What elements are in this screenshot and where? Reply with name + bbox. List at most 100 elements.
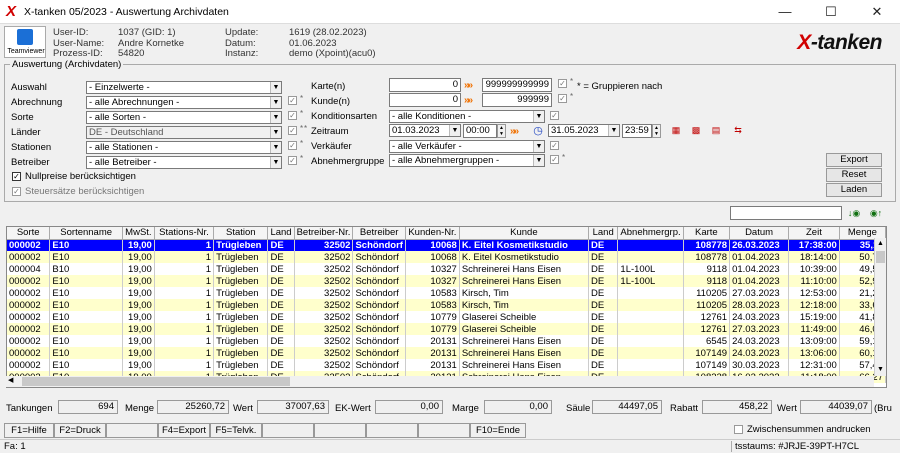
column-header[interactable]: Land <box>588 227 619 240</box>
scroll-down-icon[interactable]: ▼ <box>875 364 886 375</box>
table-row[interactable]: 000002E1019,001TrüglebenDE32502Schöndorf… <box>7 251 886 263</box>
laender-select[interactable]: DE - Deutschland ▼ <box>86 126 282 139</box>
vertical-scroll-thumb[interactable] <box>876 251 885 263</box>
abrechnung-select[interactable]: - alle Abrechnungen - ▼ <box>86 96 282 109</box>
steuersaetze-checkbox[interactable]: ✓ <box>12 187 21 196</box>
calendar-month-icon[interactable]: ▩ <box>688 123 704 137</box>
laden-button[interactable]: Laden <box>826 183 882 197</box>
table-row[interactable]: 000002E1019,001TrüglebenDE32502Schöndorf… <box>7 275 886 287</box>
verkaeufer-value: - alle Verkäufer - <box>392 141 462 152</box>
f4-export-button[interactable]: F4=Export <box>158 423 210 438</box>
teamviewer-button[interactable]: Teamviewer <box>4 26 46 58</box>
nullpreise-checkbox[interactable]: ✓ <box>12 172 21 181</box>
range-arrow-icon[interactable]: »» <box>510 126 519 137</box>
sorte-select[interactable]: - alle Sorten - ▼ <box>86 111 282 124</box>
scroll-left-icon[interactable]: ◀ <box>8 376 13 384</box>
date-to-picker[interactable]: 31.05.2023 ▼ <box>548 124 620 137</box>
column-header[interactable]: Stations-Nr. <box>154 227 215 240</box>
f8-button[interactable] <box>366 423 418 438</box>
karten-to-input[interactable]: 999999999999 <box>482 78 552 92</box>
group-stationen-checkbox[interactable]: ✓ <box>288 141 297 150</box>
table-cell: 1 <box>154 263 215 275</box>
search-up-icon[interactable]: ◉↑ <box>868 206 884 220</box>
clock-icon[interactable]: ◷ <box>530 124 546 138</box>
column-header[interactable]: Datum <box>729 227 790 240</box>
group-betreiber-checkbox[interactable]: ✓ <box>288 156 297 165</box>
f2-print-button[interactable]: F2=Druck <box>54 423 106 438</box>
data-grid[interactable]: Sorte Sortenname MwSt. Stations-Nr. Station L… <box>6 226 887 388</box>
group-kunden-checkbox[interactable]: ✓ <box>558 94 567 103</box>
calendar-week-icon[interactable]: ▤ <box>708 123 724 137</box>
column-header[interactable]: Kunde <box>459 227 589 240</box>
close-button[interactable]: ✕ <box>854 0 900 24</box>
f1-help-button[interactable]: F1=Hilfe <box>4 423 54 438</box>
table-row[interactable]: 000002E1019,001TrüglebenDE32502Schöndorf… <box>7 335 886 347</box>
user-id-label: User-ID: <box>53 27 89 38</box>
scroll-up-icon[interactable]: ▲ <box>875 238 886 249</box>
column-header[interactable]: Karte <box>683 227 731 240</box>
auswahl-select[interactable]: - Einzelwerte - ▼ <box>86 81 282 94</box>
horizontal-scrollbar[interactable]: ◀ <box>6 376 874 387</box>
column-header[interactable]: Betreiber-Nr. <box>294 227 354 240</box>
group-abnehmergruppe-checkbox[interactable]: ✓ <box>550 155 559 164</box>
column-header[interactable]: Station <box>213 227 269 240</box>
group-verkaeufer-checkbox[interactable]: ✓ <box>550 141 559 150</box>
group-abrechnung-checkbox[interactable]: ✓ <box>288 96 297 105</box>
f7-button[interactable] <box>314 423 366 438</box>
group-laender-checkbox[interactable]: ✓ <box>288 126 297 135</box>
grid-search-input[interactable] <box>730 206 842 220</box>
kunden-from-input[interactable]: 0 <box>389 93 461 107</box>
table-row[interactable]: 000004 B10 19,00 1 Trügleben DE 32502 Schöndorf… <box>7 263 886 275</box>
vertical-scrollbar[interactable]: ▲ ▼ <box>874 238 886 376</box>
konditionen-select[interactable]: - alle Konditionen - ▼ <box>389 110 545 123</box>
stationen-select[interactable]: - alle Stationen - ▼ <box>86 141 282 154</box>
betreiber-select[interactable]: - alle Betreiber - ▼ <box>86 156 282 169</box>
table-row[interactable]: 000002E1019,001TrüglebenDE32502Schöndorf… <box>7 359 886 371</box>
export-button[interactable]: Export <box>826 153 882 167</box>
zwischensummen-checkbox[interactable] <box>734 425 743 434</box>
table-row[interactable]: 000002E1019,001TrüglebenDE32502Schöndorf… <box>7 299 886 311</box>
time-from-spinner[interactable]: ▲ ▼ <box>497 124 506 138</box>
table-row[interactable]: 000002E1019,001TrüglebenDE32502Schöndorf… <box>7 347 886 359</box>
table-cell: Schöndorf <box>352 239 406 251</box>
group-konditionen-checkbox[interactable]: ✓ <box>550 111 559 120</box>
column-header[interactable]: Abnehmergrp. <box>617 227 684 240</box>
f9-button[interactable] <box>418 423 470 438</box>
chevron-down-icon: ▼ <box>533 155 544 166</box>
calendar-icon[interactable]: ▦ <box>668 123 684 137</box>
minimize-button[interactable]: — <box>762 0 808 24</box>
karten-from-input[interactable]: 0 <box>389 78 461 92</box>
date-from-picker[interactable]: 01.03.2023 ▼ <box>389 124 461 137</box>
swap-dates-icon[interactable]: ⇆ <box>730 123 746 137</box>
table-row[interactable]: 000002E1019,001TrüglebenDE32502Schöndorf… <box>7 311 886 323</box>
column-header[interactable]: Sorte <box>7 227 51 240</box>
column-header[interactable]: Land <box>267 227 295 240</box>
f6-button[interactable] <box>262 423 314 438</box>
f3-button[interactable] <box>106 423 158 438</box>
group-sorte-checkbox[interactable]: ✓ <box>288 111 297 120</box>
table-row[interactable]: 000002E1019,001TrüglebenDE32502Schöndorf… <box>7 239 886 251</box>
search-down-icon[interactable]: ↓◉ <box>846 206 862 220</box>
column-header[interactable]: MwSt. <box>122 227 155 240</box>
marge-value: 0,00 <box>484 400 552 414</box>
group-karten-checkbox[interactable]: ✓ <box>558 79 567 88</box>
f5-telvk-button[interactable]: F5=Telvk. <box>210 423 262 438</box>
column-header[interactable]: Zeit <box>788 227 840 240</box>
table-row[interactable]: 000002E1019,001TrüglebenDE32502Schöndorf… <box>7 323 886 335</box>
kunden-to-input[interactable]: 999999 <box>482 93 552 107</box>
time-from-input[interactable]: 00:00 <box>463 124 497 138</box>
table-cell: 12:18:00 <box>788 299 840 311</box>
table-row[interactable]: 000002E1019,001TrüglebenDE32502Schöndorf… <box>7 287 886 299</box>
abnehmergruppe-select[interactable]: - alle Abnehmergruppen - ▼ <box>389 154 545 167</box>
maximize-button[interactable]: ☐ <box>808 0 854 24</box>
horizontal-scroll-thumb[interactable] <box>22 377 290 386</box>
verkaeufer-select[interactable]: - alle Verkäufer - ▼ <box>389 140 545 153</box>
table-cell: DE <box>588 251 619 263</box>
time-to-input[interactable]: 23:59 <box>622 124 652 138</box>
column-header[interactable]: Betreiber <box>352 227 406 240</box>
reset-button[interactable]: Reset <box>826 168 882 182</box>
f10-exit-button[interactable]: F10=Ende <box>470 423 526 438</box>
time-to-spinner[interactable]: ▲ ▼ <box>652 124 661 138</box>
column-header[interactable]: Sortenname <box>49 227 123 240</box>
column-header[interactable]: Kunden-Nr. <box>405 227 460 240</box>
